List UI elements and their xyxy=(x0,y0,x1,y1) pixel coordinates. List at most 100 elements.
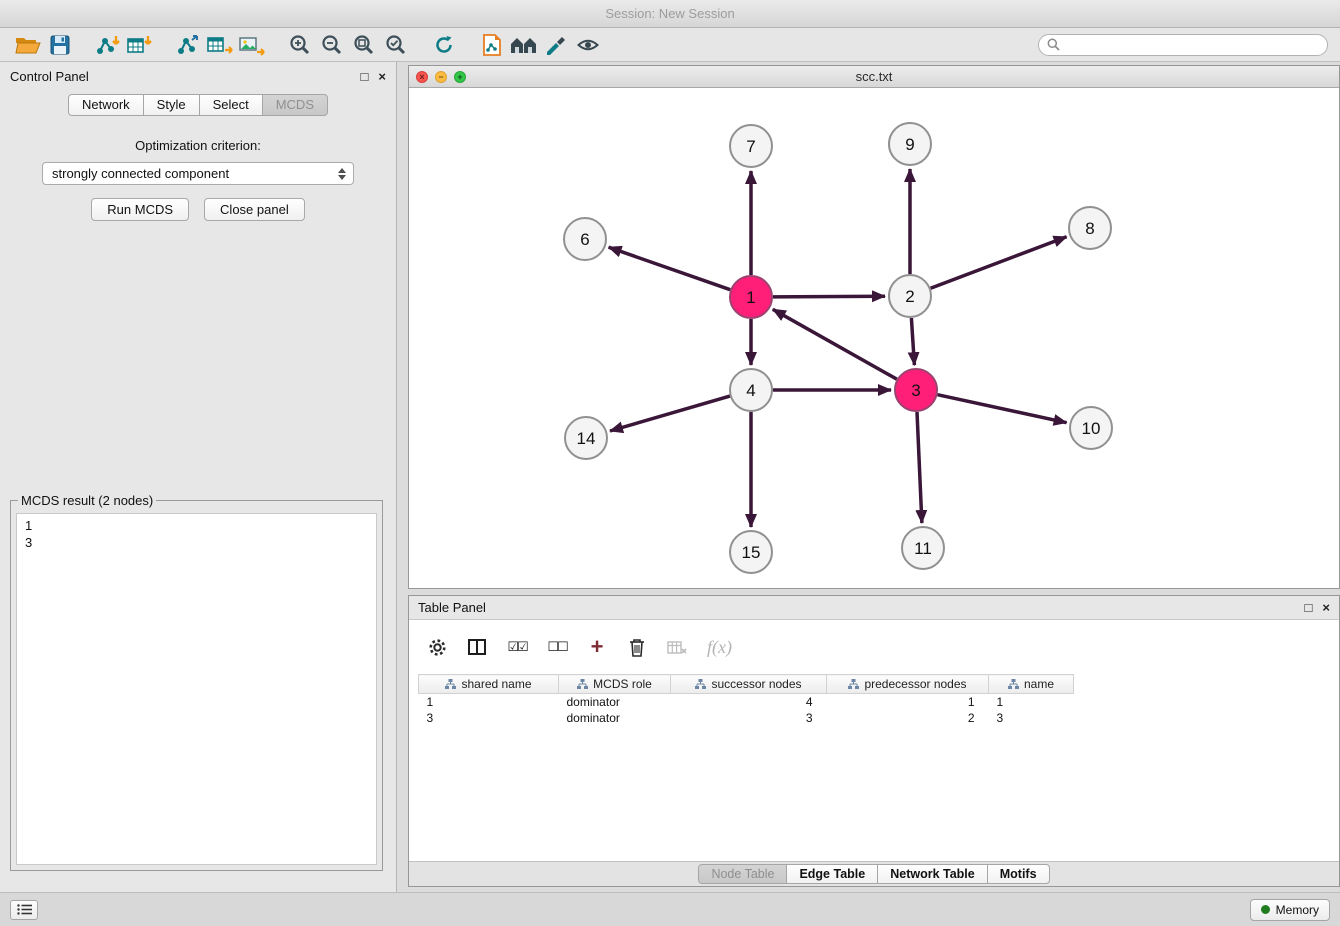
table-cell: 1 xyxy=(419,694,559,710)
float-table-panel-icon[interactable]: □ xyxy=(1305,600,1313,615)
tab-style[interactable]: Style xyxy=(144,94,200,116)
select-all-icon[interactable]: ☑☑ xyxy=(507,635,527,659)
node-label: 7 xyxy=(746,137,755,156)
float-panel-icon[interactable]: □ xyxy=(361,69,369,84)
mcds-result-title: MCDS result (2 nodes) xyxy=(18,493,156,508)
columns-icon xyxy=(468,639,486,655)
column-header-name[interactable]: name xyxy=(989,675,1074,694)
refresh-view-icon[interactable] xyxy=(428,31,460,59)
optimization-dropdown[interactable]: strongly connected component xyxy=(42,162,354,185)
first-neighbors-icon[interactable] xyxy=(508,31,540,59)
import-table-icon[interactable] xyxy=(124,31,156,59)
edge-1-6[interactable] xyxy=(609,247,731,290)
column-header-MCDS-role[interactable]: MCDS role xyxy=(559,675,671,694)
houses-glyph xyxy=(510,35,538,55)
apply-style-icon[interactable] xyxy=(540,31,572,59)
save-session-icon[interactable] xyxy=(44,31,76,59)
run-mcds-button[interactable]: Run MCDS xyxy=(91,198,189,221)
search-input[interactable] xyxy=(1065,38,1319,52)
magnifier-plus-glyph xyxy=(289,34,311,56)
trash-icon xyxy=(629,638,645,657)
tab-edge-table[interactable]: Edge Table xyxy=(787,864,878,884)
zoom-out-icon[interactable] xyxy=(316,31,348,59)
close-panel-icon[interactable]: × xyxy=(378,69,386,84)
node-3[interactable]: 3 xyxy=(895,369,937,411)
table-row[interactable]: 1dominator411 xyxy=(419,694,1074,710)
tab-network[interactable]: Network xyxy=(68,94,144,116)
tab-mcds[interactable]: MCDS xyxy=(263,94,328,116)
table-panel-tabs: Node TableEdge TableNetwork TableMotifs xyxy=(409,861,1339,886)
edge-3-1[interactable] xyxy=(773,309,897,379)
column-header-predecessor-nodes[interactable]: predecessor nodes xyxy=(827,675,989,694)
zoom-fit-icon[interactable] xyxy=(348,31,380,59)
tab-motifs[interactable]: Motifs xyxy=(988,864,1050,884)
table-settings-icon[interactable] xyxy=(427,635,447,659)
open-file-icon[interactable] xyxy=(12,31,44,59)
column-type-icon xyxy=(695,679,706,690)
show-panels-button[interactable] xyxy=(10,900,38,920)
tab-network-table[interactable]: Network Table xyxy=(878,864,988,884)
network-glyph xyxy=(175,34,201,56)
zoom-selected-icon[interactable] xyxy=(380,31,412,59)
new-network-icon[interactable] xyxy=(172,31,204,59)
tab-node-table[interactable]: Node Table xyxy=(698,864,787,884)
node-11[interactable]: 11 xyxy=(902,527,944,569)
network-graph: 7 9 6 8 1 2 4 3 14 10 15 11 xyxy=(409,88,1339,588)
deselect-all-icon[interactable]: ☐☐ xyxy=(547,635,567,659)
node-6[interactable]: 6 xyxy=(564,218,606,260)
zoom-in-icon[interactable] xyxy=(284,31,316,59)
node-14[interactable]: 14 xyxy=(565,417,607,459)
edge-1-2[interactable] xyxy=(773,296,885,297)
tab-select[interactable]: Select xyxy=(200,94,263,116)
network-canvas[interactable]: 7 9 6 8 1 2 4 3 14 10 15 11 xyxy=(409,88,1339,588)
workspace: × − + scc.txt 7968124314101511 Table Pan… xyxy=(397,62,1340,892)
network-window: × − + scc.txt 7 9 6 8 1 2 4 3 14 10 15 11 xyxy=(408,65,1340,589)
close-table-panel-icon[interactable]: × xyxy=(1322,600,1330,615)
node-2[interactable]: 2 xyxy=(889,275,931,317)
edge-2-3[interactable] xyxy=(911,318,914,365)
maximize-window-icon[interactable]: + xyxy=(454,71,466,83)
node-9[interactable]: 9 xyxy=(889,123,931,165)
show-hide-icon[interactable] xyxy=(572,31,604,59)
import-table-glyph xyxy=(127,34,153,56)
node-label: 8 xyxy=(1085,219,1094,238)
node-15[interactable]: 15 xyxy=(730,531,772,573)
close-panel-button[interactable]: Close panel xyxy=(204,198,305,221)
memory-button[interactable]: Memory xyxy=(1250,899,1330,921)
table-cell: dominator xyxy=(559,710,671,726)
memory-status-icon xyxy=(1261,905,1270,914)
node-label: 11 xyxy=(914,539,932,558)
minimize-window-icon[interactable]: − xyxy=(435,71,447,83)
close-window-icon[interactable]: × xyxy=(416,71,428,83)
node-10[interactable]: 10 xyxy=(1070,407,1112,449)
edge-2-8[interactable] xyxy=(931,237,1067,288)
edge-3-11[interactable] xyxy=(917,412,922,523)
table-cell: 3 xyxy=(419,710,559,726)
eye-glyph xyxy=(577,36,599,54)
edge-4-14[interactable] xyxy=(610,396,730,431)
export-table-icon[interactable] xyxy=(204,31,236,59)
column-type-icon xyxy=(848,679,859,690)
node-8[interactable]: 8 xyxy=(1069,207,1111,249)
edge-3-10[interactable] xyxy=(938,395,1067,423)
show-columns-icon[interactable] xyxy=(467,635,487,659)
gear-icon xyxy=(428,638,447,657)
control-panel-title: Control Panel xyxy=(10,69,89,84)
column-header-label: shared name xyxy=(461,677,531,691)
table-header-row: shared name MCDS rolesuccessor nodesprede… xyxy=(419,675,1074,694)
export-image-icon[interactable] xyxy=(236,31,268,59)
column-header-successor-nodes[interactable]: successor nodes xyxy=(671,675,827,694)
node-4[interactable]: 4 xyxy=(730,369,772,411)
node-1[interactable]: 1 xyxy=(730,276,772,318)
node-7[interactable]: 7 xyxy=(730,125,772,167)
titlebar: Session: New Session xyxy=(0,0,1340,28)
network-window-titlebar[interactable]: × − + scc.txt xyxy=(409,66,1339,88)
status-bar: Memory xyxy=(0,892,1340,926)
table-cell: 3 xyxy=(671,710,827,726)
delete-column-icon[interactable] xyxy=(627,635,647,659)
table-row[interactable]: 3dominator323 xyxy=(419,710,1074,726)
import-network-icon[interactable] xyxy=(92,31,124,59)
network-overview-icon[interactable] xyxy=(476,31,508,59)
add-column-icon[interactable]: + xyxy=(587,635,607,659)
column-header-shared-name[interactable]: shared name xyxy=(419,675,559,694)
